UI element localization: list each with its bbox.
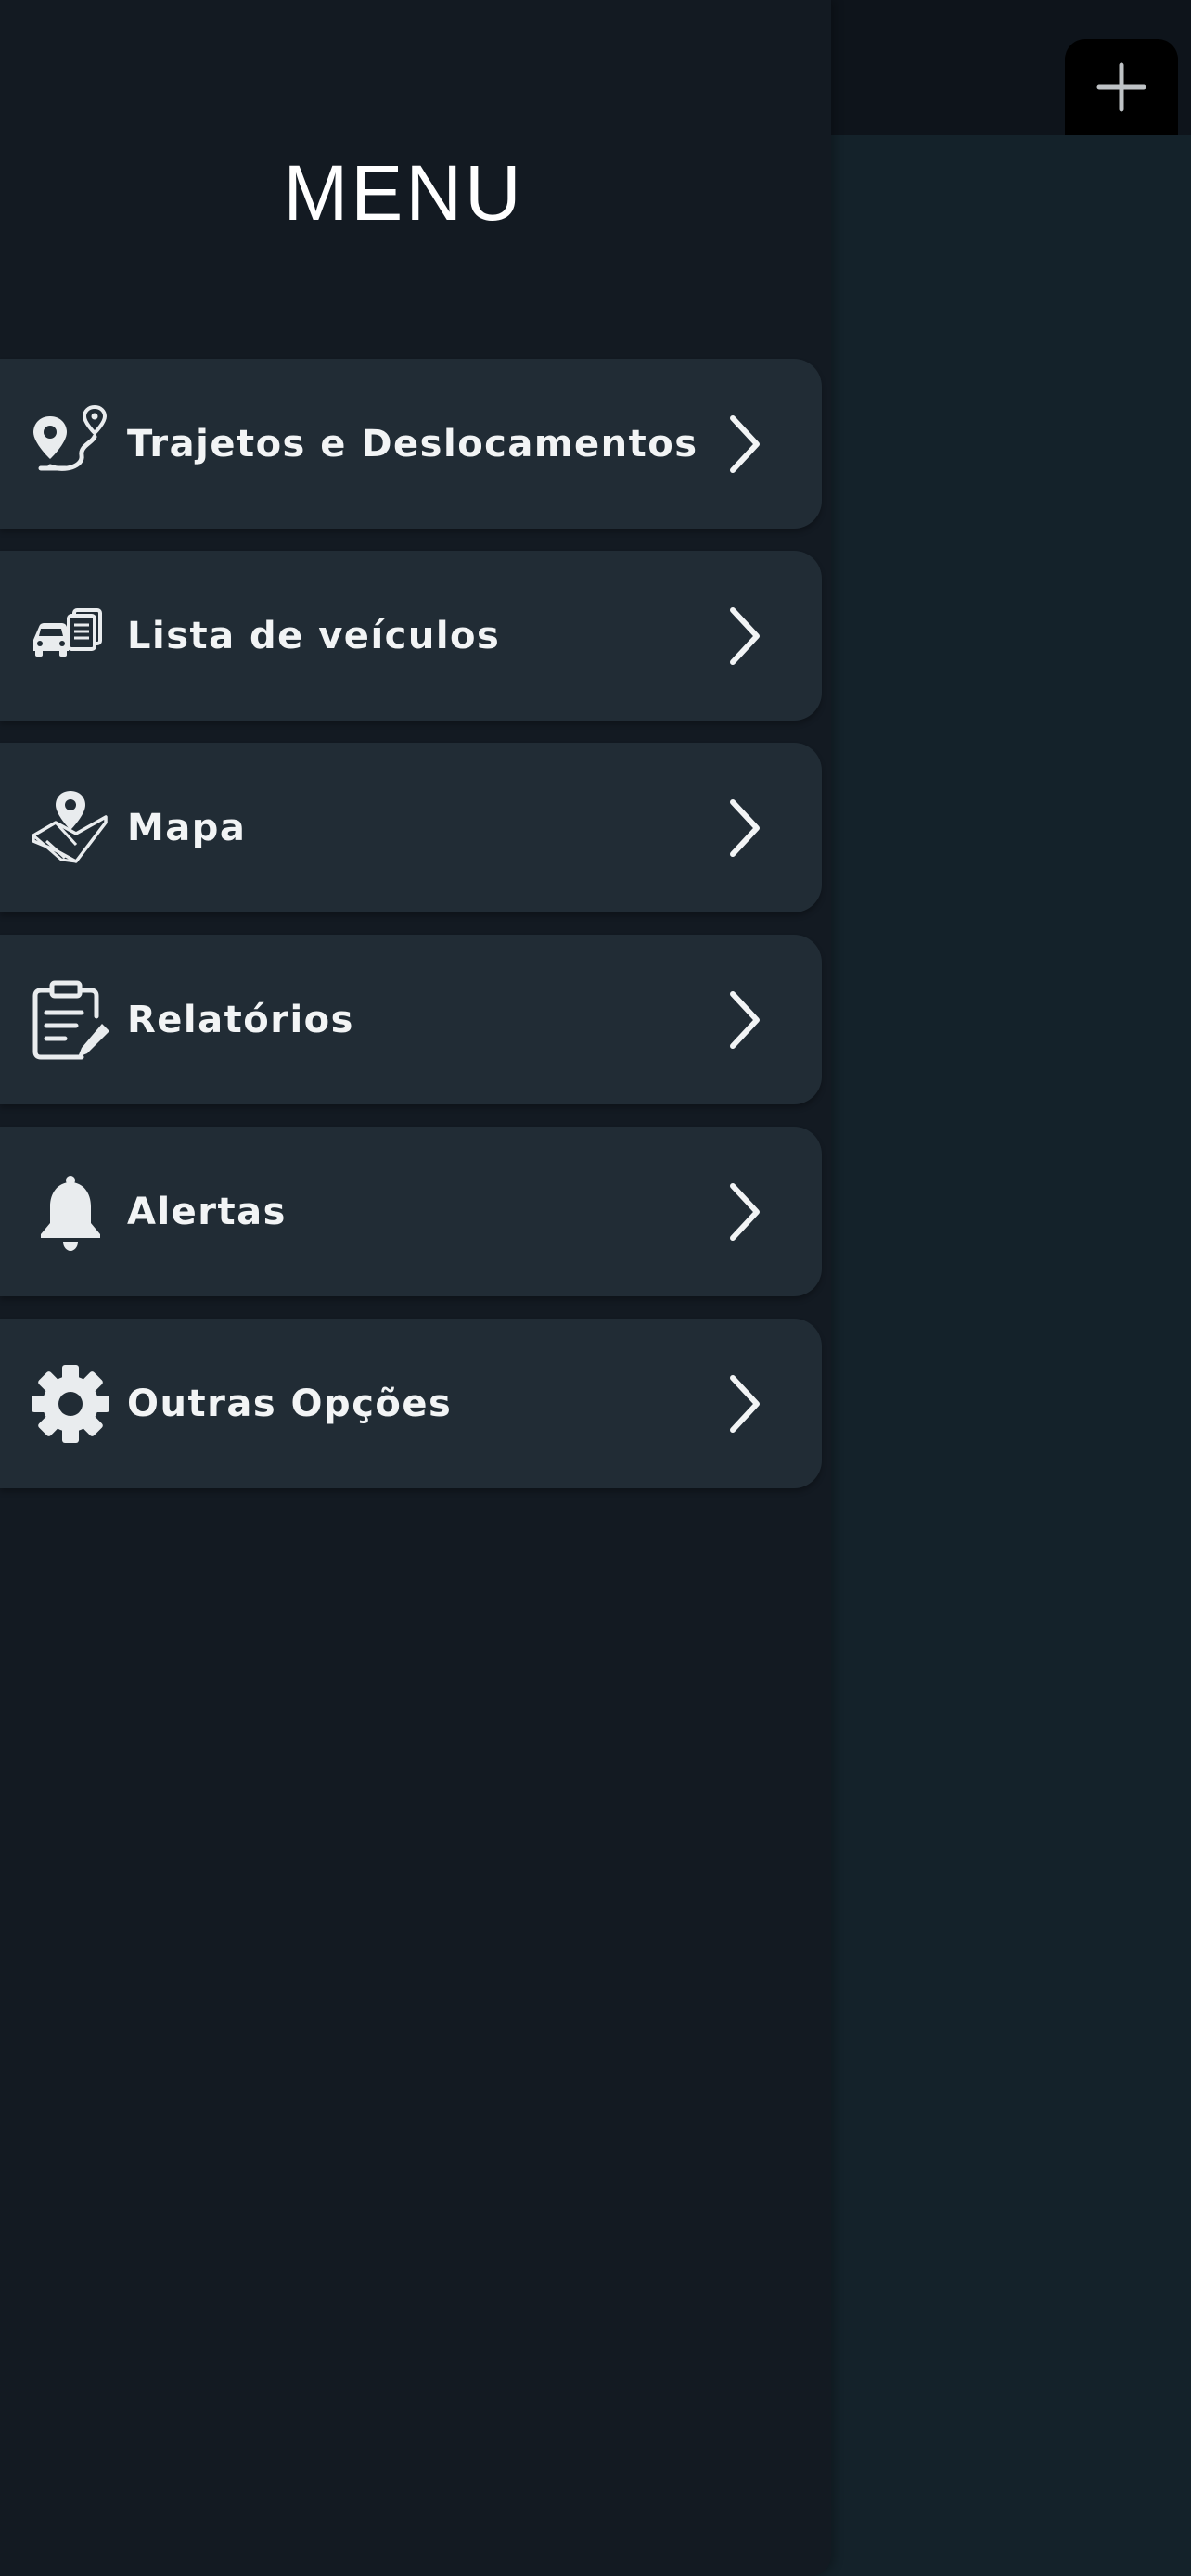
bell-icon (26, 1167, 115, 1256)
chevron-right-icon (722, 795, 770, 861)
menu-item-label: Relatórios (127, 998, 354, 1041)
app-screen: MENU Trajetos e Deslocamentos Lista de v… (0, 0, 1191, 2576)
menu-item-label: Lista de veículos (127, 614, 501, 657)
chevron-right-icon (722, 603, 770, 670)
menu-item-label: Outras Opções (127, 1382, 453, 1425)
gear-icon (26, 1359, 115, 1448)
menu-item-outras-opcoes[interactable]: Outras Opções (0, 1319, 822, 1488)
menu-item-alertas[interactable]: Alertas (0, 1127, 822, 1296)
menu-item-label: Mapa (127, 806, 247, 849)
menu-title: MENU (283, 149, 524, 236)
menu-item-label: Alertas (127, 1190, 287, 1233)
chevron-right-icon (722, 1179, 770, 1245)
menu-item-lista-veiculos[interactable]: Lista de veículos (0, 551, 822, 721)
chevron-right-icon (722, 987, 770, 1053)
chevron-right-icon (722, 411, 770, 478)
menu-list: Trajetos e Deslocamentos Lista de veícul… (0, 359, 822, 1511)
add-button[interactable] (1065, 39, 1178, 135)
menu-item-mapa[interactable]: Mapa (0, 743, 822, 912)
plus-icon (1096, 62, 1146, 112)
menu-item-trajetos[interactable]: Trajetos e Deslocamentos (0, 359, 822, 529)
side-drawer: MENU Trajetos e Deslocamentos Lista de v… (0, 0, 831, 2576)
menu-item-label: Trajetos e Deslocamentos (127, 422, 698, 465)
vehicle-list-icon (26, 592, 115, 681)
chevron-right-icon (722, 1371, 770, 1437)
report-clipboard-icon (26, 976, 115, 1065)
route-pin-icon (26, 400, 115, 489)
map-pin-icon (26, 784, 115, 873)
menu-item-relatorios[interactable]: Relatórios (0, 935, 822, 1104)
